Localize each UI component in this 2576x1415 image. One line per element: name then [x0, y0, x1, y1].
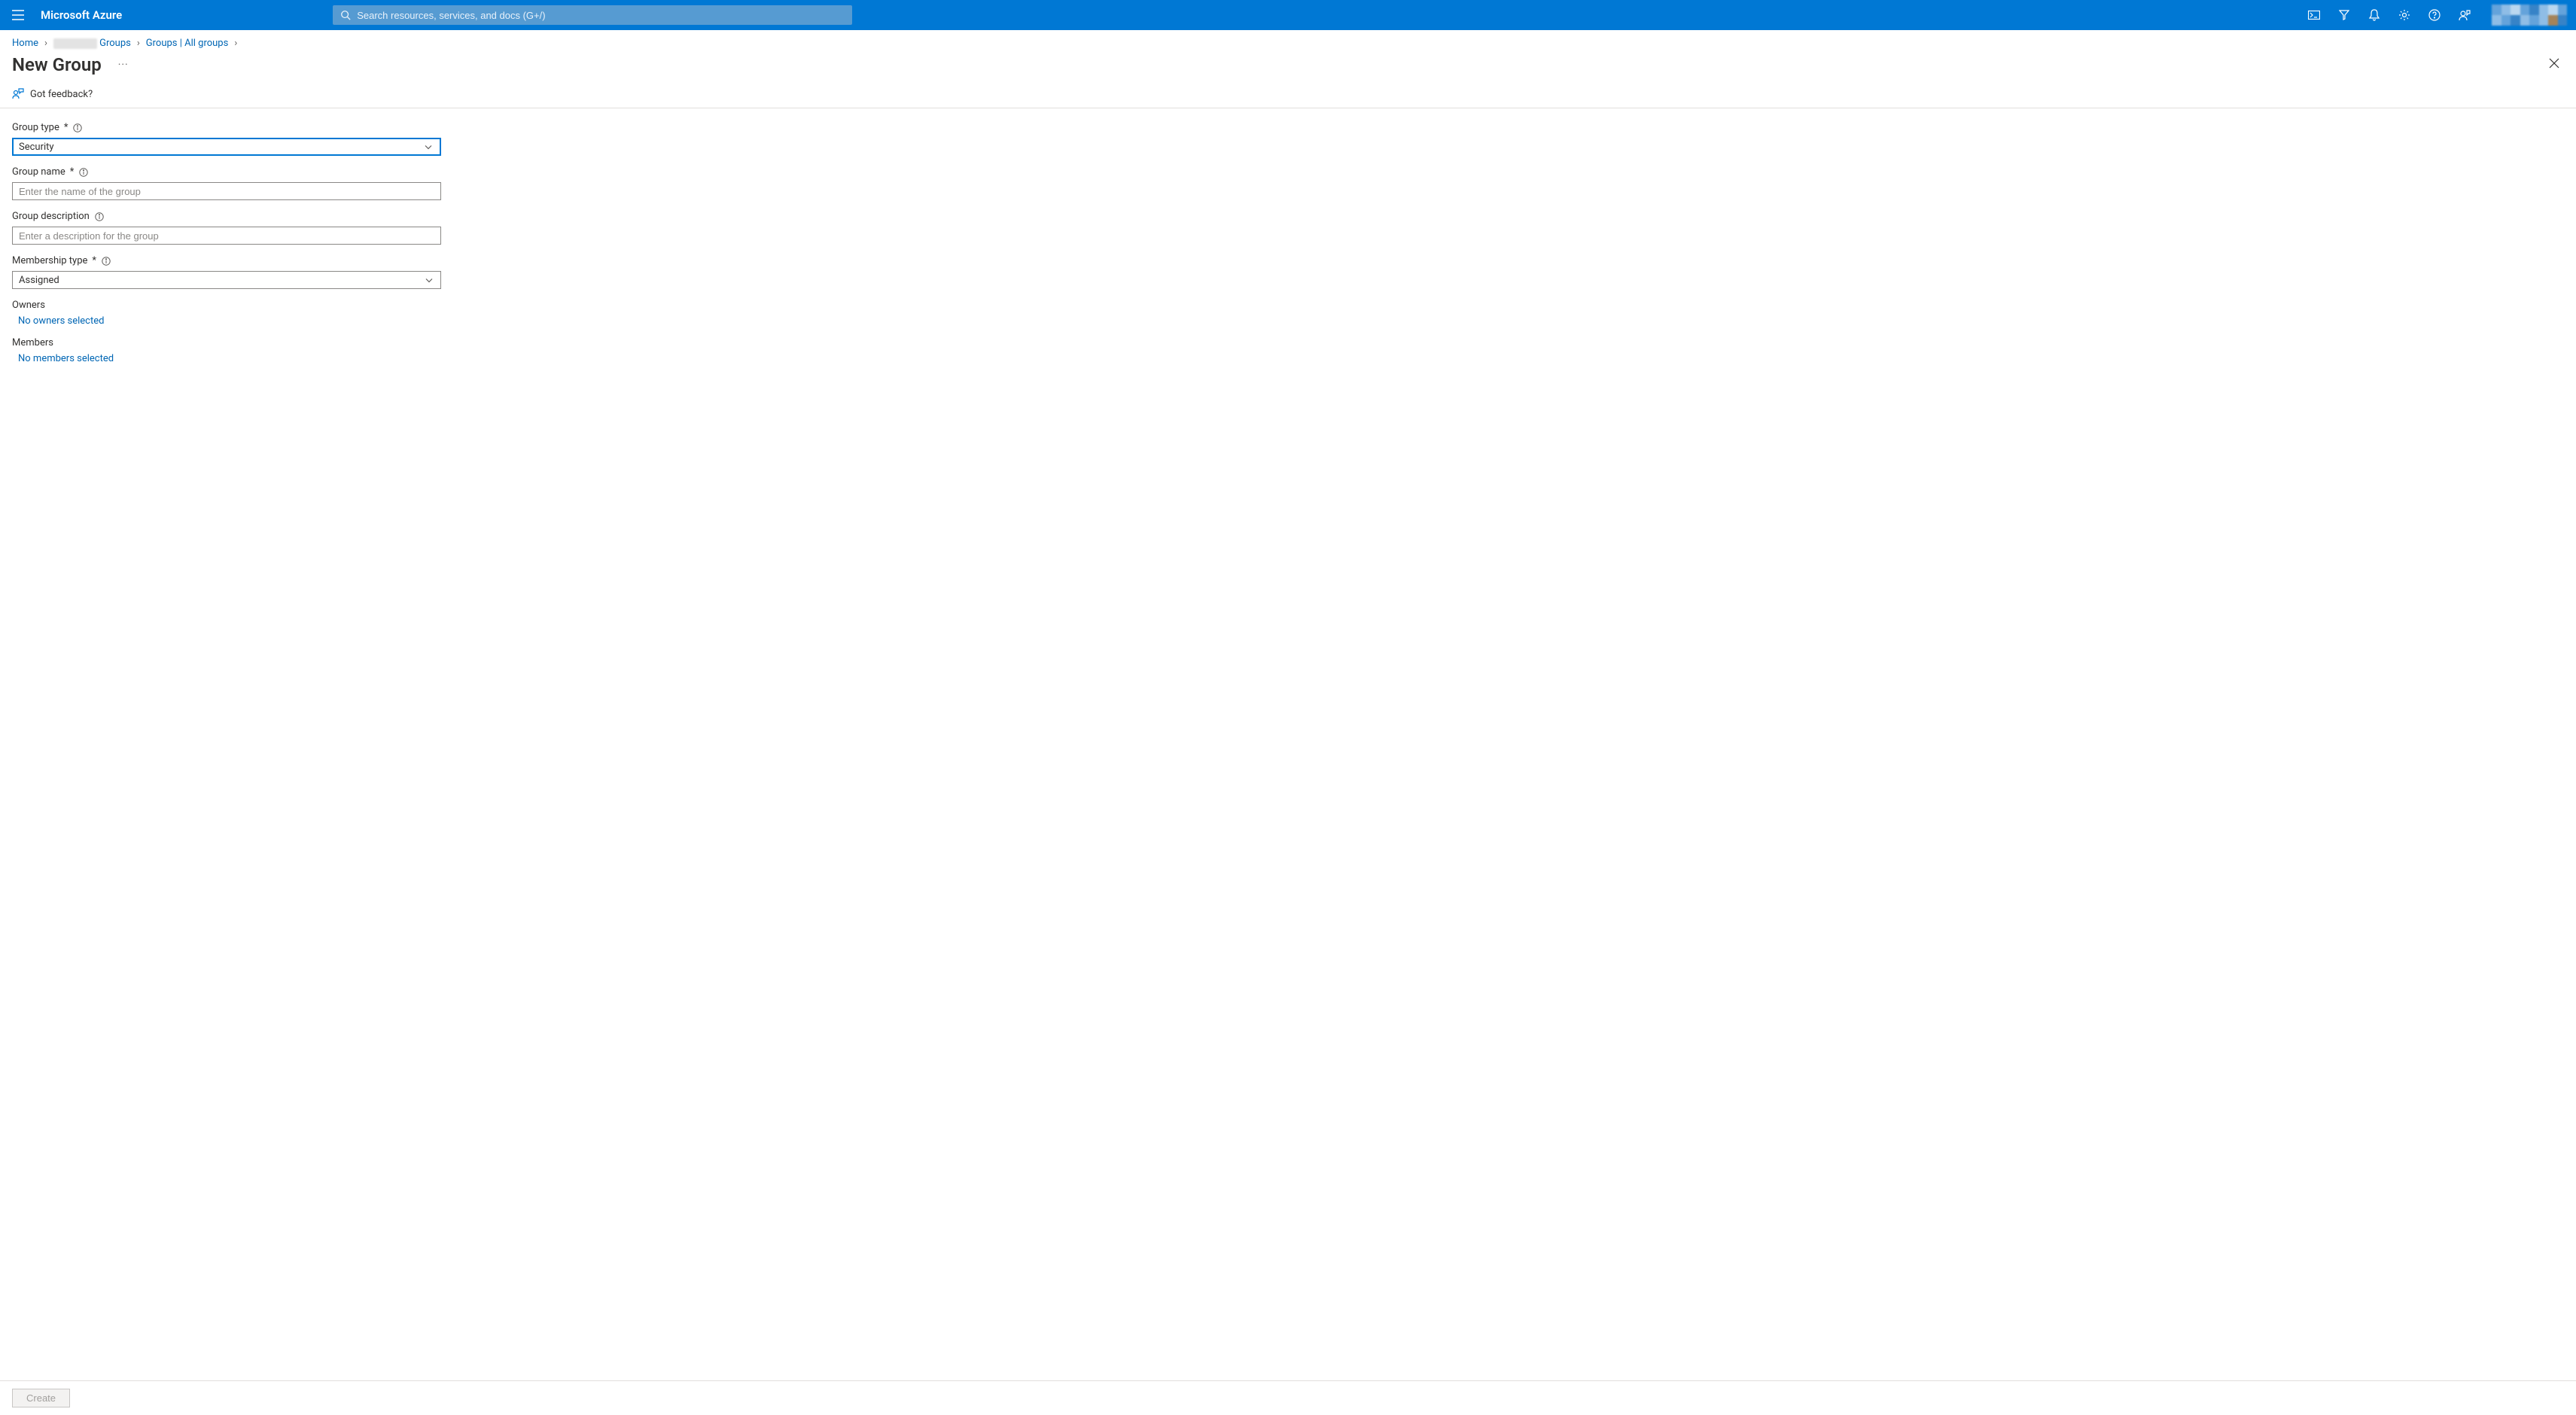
global-search[interactable] [333, 5, 852, 25]
select-group-type-value: Security [19, 142, 54, 153]
required-indicator: * [92, 255, 96, 266]
cloud-shell-button[interactable] [2299, 0, 2329, 30]
got-feedback-button[interactable]: Got feedback? [12, 88, 93, 100]
crumb-tenant-groups-suffix: Groups [99, 38, 131, 49]
chevron-right-icon: › [137, 38, 140, 49]
owners-link[interactable]: No owners selected [12, 315, 2564, 327]
info-icon [95, 212, 104, 221]
info-button-group-description[interactable] [94, 211, 105, 222]
field-members: Members No members selected [12, 337, 2564, 364]
close-icon [2549, 58, 2559, 68]
info-icon [79, 168, 88, 177]
command-bar: Got feedback? [0, 84, 2576, 108]
field-group-name: Group name * [12, 166, 2564, 200]
crumb-tenant-groups[interactable]: Groups [53, 38, 131, 49]
page-header: New Group ··· [0, 49, 2576, 84]
bell-icon [2369, 9, 2380, 21]
feedback-top-button[interactable] [2450, 0, 2480, 30]
form-footer: Create [0, 1380, 2576, 1415]
page-title: New Group [12, 54, 102, 75]
avatar-placeholder [2492, 5, 2567, 26]
field-membership-type: Membership type * Assigned [12, 255, 2564, 289]
input-group-name-wrap [12, 182, 441, 200]
form-area: Group type * Security Group name * [0, 108, 2576, 1380]
label-group-name: Group name * [12, 166, 2564, 178]
select-group-type[interactable]: Security [12, 138, 441, 156]
search-input[interactable] [357, 10, 845, 21]
label-group-description-text: Group description [12, 211, 90, 222]
label-group-name-text: Group name [12, 166, 65, 178]
select-membership-type[interactable]: Assigned [12, 271, 441, 289]
input-group-description-wrap [12, 227, 441, 245]
field-group-description: Group description [12, 211, 2564, 245]
more-actions-button[interactable]: ··· [114, 54, 133, 75]
settings-button[interactable] [2389, 0, 2419, 30]
crumb-home[interactable]: Home [12, 38, 38, 49]
chevron-right-icon: › [234, 38, 237, 49]
notifications-button[interactable] [2359, 0, 2389, 30]
menu-toggle-button[interactable] [0, 0, 36, 30]
close-blade-button[interactable] [2544, 53, 2564, 76]
select-membership-type-value: Assigned [19, 275, 59, 286]
filter-icon [2339, 10, 2349, 20]
field-owners: Owners No owners selected [12, 300, 2564, 327]
label-members: Members [12, 337, 2564, 348]
chevron-down-icon [425, 275, 433, 286]
top-bar: Microsoft Azure [0, 0, 2576, 30]
info-button-group-type[interactable] [72, 123, 83, 133]
label-membership-type-text: Membership type [12, 255, 87, 266]
chevron-down-icon [425, 142, 432, 153]
members-link[interactable]: No members selected [12, 353, 2564, 364]
required-indicator: * [64, 122, 69, 133]
input-group-name[interactable] [19, 186, 434, 197]
label-group-type-text: Group type [12, 122, 59, 133]
label-owners: Owners [12, 300, 2564, 311]
person-feedback-icon [12, 88, 24, 100]
topbar-actions [2299, 0, 2480, 30]
info-icon [73, 123, 82, 132]
label-group-type: Group type * [12, 122, 2564, 133]
chevron-right-icon: › [44, 38, 47, 49]
label-membership-type: Membership type * [12, 255, 2564, 266]
got-feedback-label: Got feedback? [30, 89, 93, 100]
brand-label[interactable]: Microsoft Azure [36, 8, 333, 22]
help-button[interactable] [2419, 0, 2450, 30]
help-icon [2428, 9, 2441, 21]
info-icon [102, 257, 111, 266]
hamburger-icon [12, 10, 24, 20]
directories-button[interactable] [2329, 0, 2359, 30]
info-button-group-name[interactable] [78, 167, 89, 178]
create-button[interactable]: Create [12, 1389, 70, 1407]
label-group-description: Group description [12, 211, 2564, 222]
field-group-type: Group type * Security [12, 122, 2564, 156]
input-group-description[interactable] [19, 230, 434, 242]
account-control[interactable] [2480, 5, 2576, 26]
info-button-membership-type[interactable] [101, 256, 111, 266]
required-indicator: * [70, 166, 75, 178]
cloud-shell-icon [2308, 11, 2320, 20]
person-feedback-icon [2459, 9, 2471, 21]
gear-icon [2398, 9, 2410, 21]
search-icon [340, 10, 351, 20]
blurred-text [53, 38, 97, 49]
crumb-all-groups[interactable]: Groups | All groups [146, 38, 229, 49]
breadcrumb: Home › Groups › Groups | All groups › [0, 30, 2576, 49]
